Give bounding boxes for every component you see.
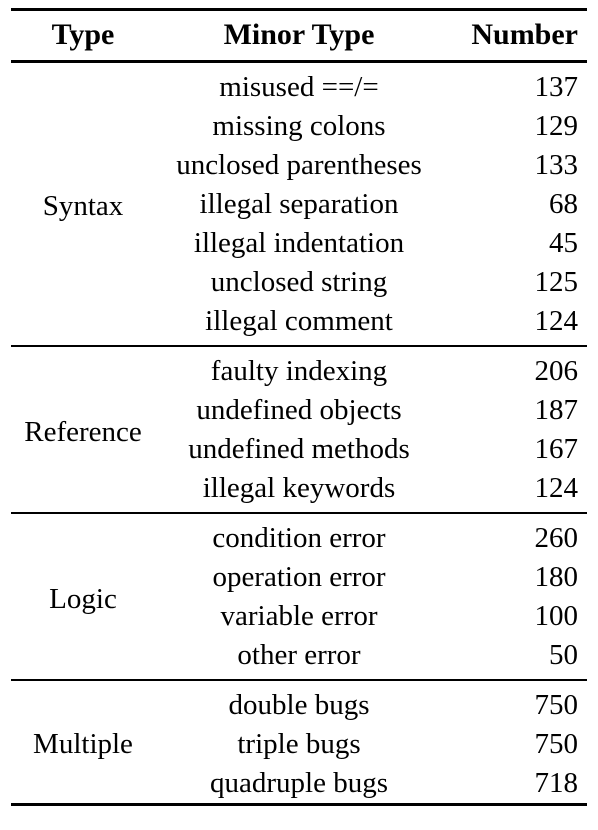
row-number: 750 bbox=[534, 728, 579, 760]
row-number: 50 bbox=[549, 639, 578, 671]
table-bottom-rule bbox=[11, 802, 587, 806]
row-number: 137 bbox=[534, 71, 579, 103]
row-number: 125 bbox=[534, 266, 579, 298]
row-number: 129 bbox=[534, 110, 579, 142]
column-header-type: Type bbox=[11, 8, 151, 63]
table-section-multiple: Multiple double bugs 750 triple bugs 750… bbox=[11, 679, 587, 806]
table-row: Multiple double bugs 750 bbox=[11, 679, 587, 803]
bottom-rule-cell bbox=[11, 802, 587, 806]
row-minor-type: double bugs bbox=[151, 679, 447, 725]
row-number: 124 bbox=[534, 305, 579, 337]
row-number: 124 bbox=[534, 472, 579, 504]
header-row: Type Minor Type Number bbox=[11, 8, 587, 63]
column-header-number: Number bbox=[447, 8, 587, 63]
row-type-syntax: Syntax bbox=[42, 190, 124, 222]
row-minor-type: operation error bbox=[212, 561, 386, 593]
row-minor-type: illegal keywords bbox=[202, 472, 396, 504]
row-number: 133 bbox=[534, 149, 579, 181]
row-minor-type: triple bugs bbox=[237, 728, 361, 760]
row-minor-type: missing colons bbox=[212, 110, 386, 142]
row-minor-type: illegal indentation bbox=[193, 227, 405, 259]
row-number: 167 bbox=[534, 433, 579, 465]
row-number: 100 bbox=[534, 600, 579, 632]
row-number: 718 bbox=[534, 767, 579, 799]
row-type-reference: Reference bbox=[11, 345, 151, 513]
row-minor-type: undefined methods bbox=[188, 433, 410, 465]
row-number: 206 bbox=[447, 345, 587, 391]
table-row: Logic condition error 260 bbox=[11, 512, 587, 680]
table-section-reference: Reference faulty indexing 206 undefined … bbox=[11, 345, 587, 513]
row-number: 750 bbox=[447, 679, 587, 725]
row-number: 180 bbox=[534, 561, 579, 593]
row-minor-type: quadruple bugs bbox=[210, 767, 388, 799]
row-minor-type: undefined objects bbox=[196, 394, 402, 426]
table-section-logic: Logic condition error 260 operation erro… bbox=[11, 512, 587, 680]
bug-type-table-container: Type Minor Type Number Syntax misused ==… bbox=[0, 0, 598, 830]
row-number: 45 bbox=[549, 227, 578, 259]
row-minor-type: misused ==/= bbox=[219, 71, 379, 103]
row-minor-type: variable error bbox=[220, 600, 378, 632]
table-row: Syntax misused ==/= 137 bbox=[11, 62, 587, 221]
row-number: 187 bbox=[534, 394, 579, 426]
table-section-syntax: Syntax misused ==/= 137 missing colons 1… bbox=[11, 62, 587, 347]
row-number: 260 bbox=[447, 512, 587, 558]
row-minor-type: illegal separation bbox=[199, 188, 399, 220]
row-minor-type: unclosed string bbox=[210, 266, 388, 298]
row-minor-type: other error bbox=[237, 639, 361, 671]
row-minor-type: illegal comment bbox=[205, 305, 393, 337]
table-header: Type Minor Type Number bbox=[11, 8, 587, 63]
bug-type-table: Type Minor Type Number Syntax misused ==… bbox=[11, 8, 587, 806]
row-minor-type: condition error bbox=[151, 512, 447, 558]
row-number: 68 bbox=[549, 188, 578, 220]
column-header-minor-type: Minor Type bbox=[151, 8, 447, 63]
row-type-multiple: Multiple bbox=[11, 679, 151, 803]
row-minor-type: unclosed parentheses bbox=[176, 149, 422, 181]
table-row: Reference faulty indexing 206 bbox=[11, 345, 587, 513]
row-type-logic: Logic bbox=[11, 512, 151, 680]
row-minor-type: faulty indexing bbox=[151, 345, 447, 391]
